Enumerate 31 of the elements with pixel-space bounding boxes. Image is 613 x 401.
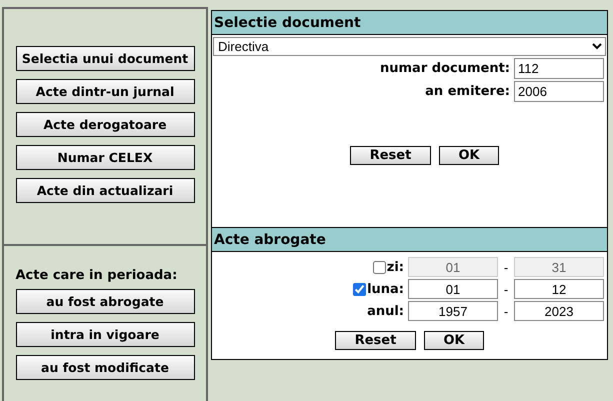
section-header: Acte abrogate [212,227,607,252]
field-label: numar document: [380,61,510,76]
input-field[interactable]: 1957 [408,301,498,321]
sidebar-button[interactable]: Selectia unui document [16,46,194,71]
ok-button[interactable]: OK [439,146,499,165]
period-button[interactable]: intra in vigoare [16,322,194,347]
input-field[interactable]: 2006 [514,81,604,102]
period-button[interactable]: au fost abrogate [16,289,194,314]
section-header: Selectie document [212,11,607,35]
range-separator: - [502,282,510,296]
range-separator: - [502,260,510,274]
sidebar-button[interactable]: Numar CELEX [16,145,194,170]
document-type-select[interactable]: Directiva [213,37,606,56]
sidebar-button[interactable]: Acte dintr-un jurnal [16,79,194,104]
reset-button[interactable]: Reset [350,146,431,165]
input-field[interactable]: 112 [514,58,604,79]
sidebar-button[interactable]: Acte din actualizari [16,178,194,203]
reset-button[interactable]: Reset [335,331,416,350]
sidebar-button[interactable]: Acte derogatoare [16,112,194,137]
range-separator: - [502,304,510,318]
ok-button[interactable]: OK [424,331,484,350]
input-field[interactable]: 2023 [514,301,604,321]
input-field[interactable]: 01 [408,279,498,299]
row-label: anul: [367,304,404,318]
row-label: luna: [367,282,404,296]
input-field[interactable]: 12 [514,279,604,299]
checkbox[interactable] [353,282,366,296]
field-label: an emitere: [425,84,510,99]
row-label: zi: [386,260,404,274]
period-button[interactable]: au fost modificate [16,355,194,380]
period-label: Acte care in perioada: [16,268,178,283]
